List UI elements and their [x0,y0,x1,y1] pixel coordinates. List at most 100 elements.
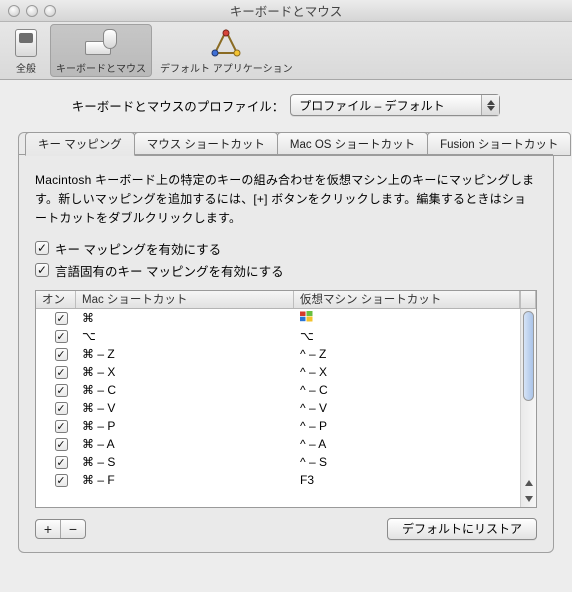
scrollbar[interactable] [520,309,536,507]
tab-macos-shortcuts[interactable]: Mac OS ショートカット [277,132,428,156]
tab-label: キー マッピング [38,139,122,151]
minimize-button[interactable] [26,5,38,17]
table-body: ✓⌘✓⌥⌥✓⌘ – Z^ – Z✓⌘ – X^ – X✓⌘ – C^ – C✓⌘… [36,309,536,507]
table-row[interactable]: ✓ ⌘ – FF3 [36,471,520,489]
tab-label: マウス ショートカット [147,139,265,151]
close-button[interactable] [8,5,20,17]
row-vm-cell: ^ – Z [294,347,520,361]
keyboard-mouse-icon [85,27,117,59]
tab-strip: キー マッピング マウス ショートカット Mac OS ショートカット Fusi… [19,132,553,156]
row-on-cell[interactable]: ✓ [36,329,76,343]
restore-defaults-label: デフォルトにリストア [402,520,522,537]
table-row[interactable]: ✓ ⌘ – V^ – V [36,399,520,417]
profile-row: キーボードとマウスのプロファイル： プロファイル – デフォルト [18,94,554,116]
table-row[interactable]: ✓ ⌘ – A^ – A [36,435,520,453]
checkbox-icon: ✓ [55,402,68,415]
checkbox-icon: ✓ [55,384,68,397]
row-on-cell[interactable]: ✓ [36,347,76,361]
toolbar-item-general[interactable]: 全般 [4,24,48,77]
row-on-cell[interactable]: ✓ [36,401,76,415]
table-header: オン Mac ショートカット 仮想マシン ショートカット [36,291,536,309]
row-mac-cell: ⌘ – F [76,473,294,487]
scroll-down-button[interactable] [521,491,536,507]
row-mac-cell: ⌥ [76,329,294,343]
add-remove-segment: + − [35,519,86,539]
tab-box: キー マッピング マウス ショートカット Mac OS ショートカット Fusi… [18,132,554,553]
checkbox-icon: ✓ [55,420,68,433]
checkbox-icon: ✓ [55,438,68,451]
default-apps-icon [210,27,242,59]
checkbox-icon: ✓ [55,330,68,343]
row-on-cell[interactable]: ✓ [36,419,76,433]
row-on-cell[interactable]: ✓ [36,473,76,487]
profile-popup[interactable]: プロファイル – デフォルト [290,94,500,116]
window-title: キーボードとマウス [0,1,572,20]
checkbox-icon: ✓ [55,474,68,487]
profile-selected: プロファイル – デフォルト [299,97,444,114]
checkbox-icon: ✓ [35,263,49,277]
row-vm-cell: F3 [294,473,520,487]
checkbox-icon: ✓ [35,241,49,255]
tab-key-mapping[interactable]: キー マッピング [25,132,135,156]
row-on-cell[interactable]: ✓ [36,383,76,397]
row-mac-cell: ⌘ [76,311,294,325]
row-mac-cell: ⌘ – P [76,419,294,433]
row-vm-cell: ^ – X [294,365,520,379]
row-vm-cell: ^ – P [294,419,520,433]
row-mac-cell: ⌘ – Z [76,347,294,361]
table-row[interactable]: ✓⌘ – Z^ – Z [36,345,520,363]
row-on-cell[interactable]: ✓ [36,365,76,379]
remove-button[interactable]: − [60,520,85,538]
prefs-toolbar: 全般 キーボードとマウス デフォルト アプリケーション [0,22,572,80]
description-text: Macintosh キーボード上の特定のキーの組み合わせを仮想マシン上のキーにマ… [35,171,537,229]
row-mac-cell: ⌘ – S [76,455,294,469]
toolbar-item-label: キーボードとマウス [56,60,146,75]
row-vm-cell: ^ – C [294,383,520,397]
scroll-up-button[interactable] [521,475,536,491]
scroll-thumb[interactable] [523,311,534,401]
table-bottom-row: + − デフォルトにリストア [35,518,537,540]
table-row[interactable]: ✓ ⌘ – S^ – S [36,453,520,471]
general-icon [10,27,42,59]
row-vm-cell: ^ – A [294,437,520,451]
table-row[interactable]: ✓ ⌥⌥ [36,327,520,345]
row-on-cell[interactable]: ✓ [36,455,76,469]
row-mac-cell: ⌘ – A [76,437,294,451]
add-button[interactable]: + [36,520,60,538]
row-vm-cell: ^ – S [294,455,520,469]
popup-arrows-icon [481,95,499,115]
checkbox-icon: ✓ [55,366,68,379]
tab-mouse-shortcuts[interactable]: マウス ショートカット [134,132,278,156]
enable-mapping-row[interactable]: ✓ キー マッピングを有効にする [35,239,537,258]
table-row[interactable]: ✓ ⌘ – C^ – C [36,381,520,399]
scroll-track[interactable] [521,309,536,475]
language-mapping-label: 言語固有のキー マッピングを有効にする [55,261,284,280]
row-on-cell[interactable]: ✓ [36,311,76,325]
row-vm-cell: ^ – V [294,401,520,415]
profile-label: キーボードとマウスのプロファイル： [72,96,285,115]
toolbar-item-label: デフォルト アプリケーション [160,60,293,75]
row-mac-cell: ⌘ – C [76,383,294,397]
toolbar-item-label: 全般 [16,60,36,75]
header-mac[interactable]: Mac ショートカット [76,291,294,308]
mapping-table: オン Mac ショートカット 仮想マシン ショートカット ✓⌘✓⌥⌥✓⌘ – Z… [35,290,537,508]
restore-defaults-button[interactable]: デフォルトにリストア [387,518,537,540]
row-vm-cell: ⌥ [294,329,520,343]
window-controls [0,5,56,17]
header-on[interactable]: オン [36,291,76,308]
table-row[interactable]: ✓⌘ [36,309,520,327]
toolbar-item-default-apps[interactable]: デフォルト アプリケーション [154,24,299,77]
tab-fusion-shortcuts[interactable]: Fusion ショートカット [427,132,571,156]
table-row[interactable]: ✓⌘ – X^ – X [36,363,520,381]
row-on-cell[interactable]: ✓ [36,437,76,451]
zoom-button[interactable] [44,5,56,17]
table-row[interactable]: ✓ ⌘ – P^ – P [36,417,520,435]
header-scroll-corner [520,291,536,308]
toolbar-item-keyboard-mouse[interactable]: キーボードとマウス [50,24,152,77]
titlebar: キーボードとマウス [0,0,572,22]
row-mac-cell: ⌘ – V [76,401,294,415]
checkbox-icon: ✓ [55,456,68,469]
language-mapping-row[interactable]: ✓ 言語固有のキー マッピングを有効にする [35,261,537,280]
header-vm[interactable]: 仮想マシン ショートカット [294,291,520,308]
tab-label: Fusion ショートカット [440,139,558,151]
